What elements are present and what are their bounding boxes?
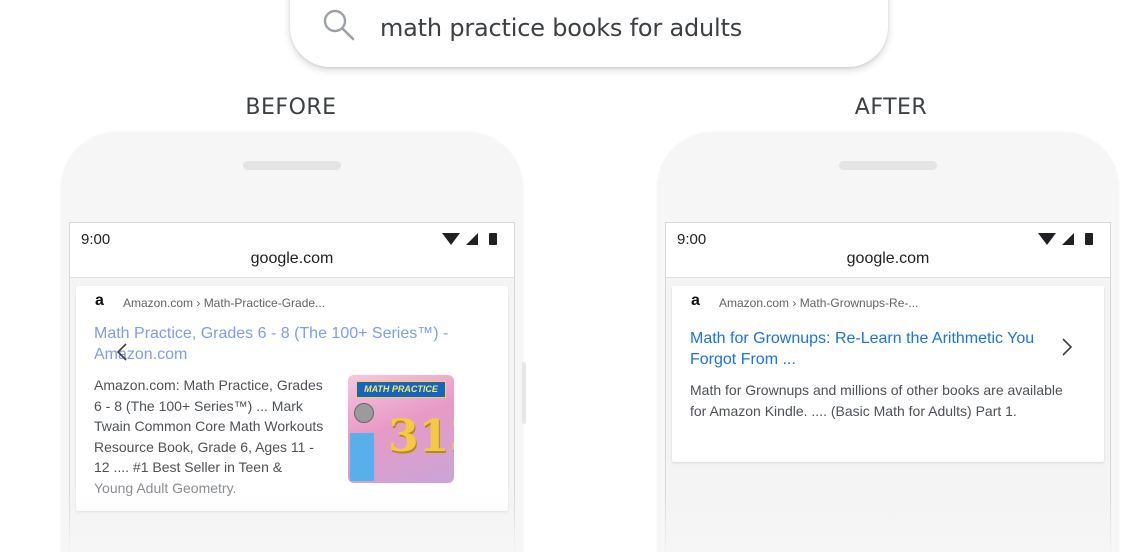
amazon-logo-icon: a	[691, 292, 700, 309]
book-cover-digits: 313	[388, 411, 454, 462]
phone-side-button	[522, 362, 526, 424]
status-icons	[442, 233, 497, 245]
battery-icon	[489, 233, 497, 245]
book-thumbnail[interactable]: MATH PRACTICE 313	[348, 375, 454, 483]
signal-icon	[466, 233, 478, 245]
battery-icon	[1085, 233, 1093, 245]
chevron-left-icon[interactable]	[115, 342, 129, 362]
result-snippet: Amazon.com: Math Practice, Grades 6 - 8 …	[94, 377, 324, 496]
after-label: AFTER	[854, 95, 928, 120]
search-result-card[interactable]: a Amazon.com › Math-Grownups-Re-... Math…	[672, 286, 1104, 462]
before-label: BEFORE	[245, 95, 337, 120]
book-title-band: MATH PRACTICE	[356, 381, 446, 398]
result-title-link[interactable]: Math for Grownups: Re-Learn the Arithmet…	[672, 328, 1104, 370]
wifi-icon	[442, 233, 460, 245]
breadcrumb-text: Amazon.com › Math-Practice-Grade...	[123, 296, 326, 310]
amazon-logo-icon: a	[95, 292, 104, 309]
result-breadcrumb: a Amazon.com › Math-Practice-Grade...	[76, 286, 508, 316]
before-phone: 9:00 google.com a Amazon.com › Math-Prac…	[61, 132, 526, 552]
url-bar[interactable]: google.com	[666, 249, 1110, 278]
status-time: 9:00	[81, 231, 111, 248]
status-time: 9:00	[677, 231, 707, 248]
chevron-right-icon[interactable]	[1060, 337, 1074, 357]
search-result-card[interactable]: a Amazon.com › Math-Practice-Grade... Ma…	[76, 286, 508, 511]
status-bar: 9:00	[666, 223, 1110, 249]
search-icon	[323, 9, 355, 41]
status-bar: 9:00	[70, 223, 514, 249]
after-phone: 9:00 google.com a Amazon.com › Math-Grow…	[657, 132, 1119, 552]
result-snippet: Math for Grownups and millions of other …	[690, 382, 1063, 419]
signal-icon	[1062, 233, 1074, 245]
wifi-icon	[1038, 233, 1056, 245]
status-icons	[1038, 233, 1093, 245]
breadcrumb-text: Amazon.com › Math-Grownups-Re-...	[719, 296, 919, 310]
phone-speaker	[243, 161, 341, 170]
book-badge-icon	[354, 403, 374, 423]
url-bar[interactable]: google.com	[70, 249, 514, 278]
book-side-panel	[350, 433, 374, 481]
result-breadcrumb: a Amazon.com › Math-Grownups-Re-...	[672, 286, 1104, 316]
phone-speaker	[839, 161, 937, 170]
phone-screen: 9:00 google.com a Amazon.com › Math-Grow…	[665, 222, 1111, 552]
phone-screen: 9:00 google.com a Amazon.com › Math-Prac…	[69, 222, 515, 552]
search-bar[interactable]: math practice books for adults	[290, 0, 888, 67]
result-title-link[interactable]: Math Practice, Grades 6 - 8 (The 100+ Se…	[76, 323, 508, 365]
search-query[interactable]: math practice books for adults	[380, 14, 742, 42]
